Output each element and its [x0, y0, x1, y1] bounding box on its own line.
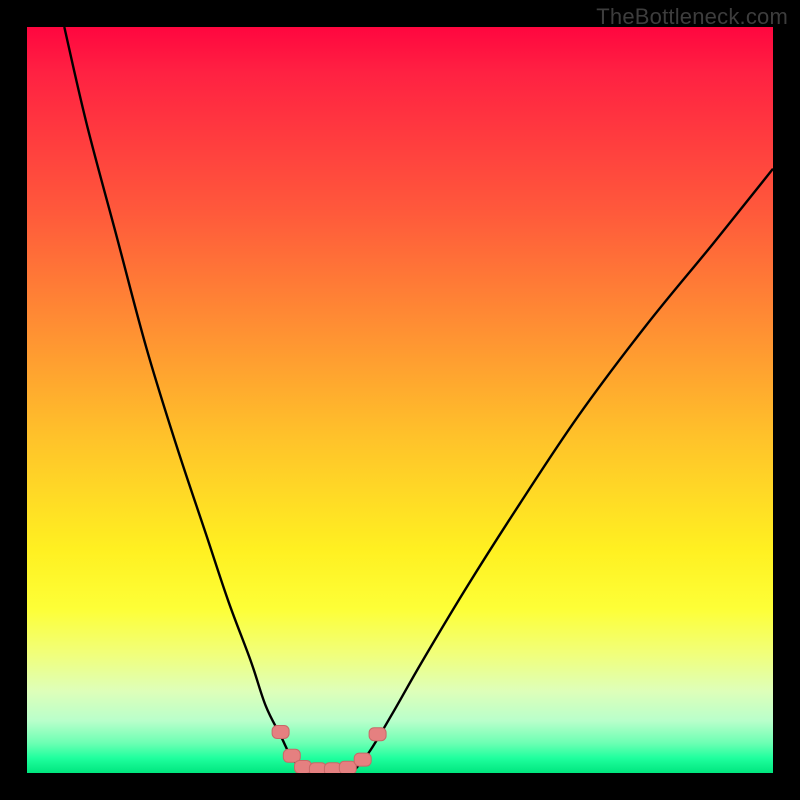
attention-marker	[309, 763, 326, 773]
attention-marker	[339, 761, 356, 773]
attention-marker	[354, 753, 371, 766]
attention-markers	[272, 726, 386, 774]
chart-plot-area	[27, 27, 773, 773]
watermark-text: TheBottleneck.com	[596, 4, 788, 30]
right-curve-line	[355, 169, 773, 770]
attention-marker	[272, 726, 289, 739]
left-curve-line	[64, 27, 303, 769]
attention-marker	[369, 728, 386, 741]
chart-frame: TheBottleneck.com	[0, 0, 800, 800]
chart-svg	[27, 27, 773, 773]
